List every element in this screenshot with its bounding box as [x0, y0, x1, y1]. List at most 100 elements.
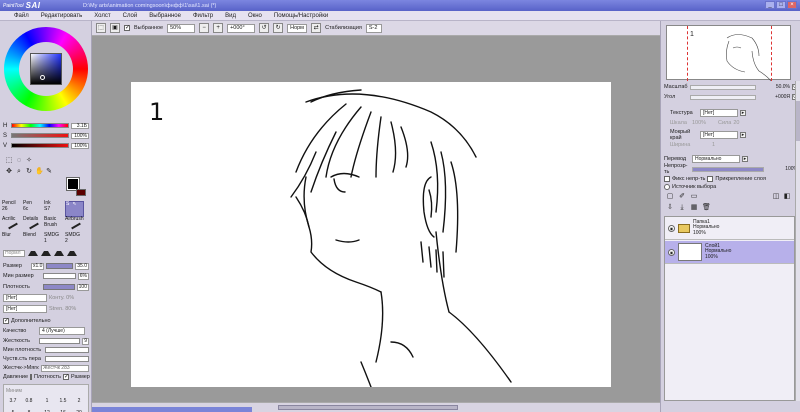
- size-slider[interactable]: [46, 263, 74, 269]
- opacity-slider[interactable]: [692, 166, 764, 172]
- size-multiplier[interactable]: x1.0: [31, 262, 45, 270]
- background-color-swatch[interactable]: [76, 189, 86, 196]
- zoom-icon[interactable]: ⌕: [15, 168, 23, 176]
- layer-row-layer1[interactable]: ◉ Слой1 Нормально 100%: [665, 241, 794, 264]
- texture-settings-button[interactable]: ▸: [740, 110, 746, 116]
- eyedropper-icon[interactable]: ✎: [45, 168, 53, 176]
- visibility-eye-icon[interactable]: ◉: [668, 224, 675, 232]
- new-folder-icon[interactable]: ▭: [690, 193, 698, 201]
- value-value[interactable]: 100%: [71, 142, 89, 149]
- shape-combo[interactable]: [Нет]: [3, 294, 47, 302]
- brush-pen[interactable]: Pen 6c: [23, 200, 42, 217]
- tip-shape-3[interactable]: [54, 251, 64, 256]
- tip-field[interactable]: Нормл: [3, 250, 25, 257]
- layer-row-folder[interactable]: ◉ Папка1 Нормально 100%: [665, 217, 794, 240]
- pen-pressure-slider[interactable]: [45, 356, 89, 362]
- lasso-icon[interactable]: ◌: [15, 157, 23, 165]
- tip-shape-1[interactable]: [28, 251, 38, 256]
- horizontal-scroll-thumb[interactable]: [278, 405, 458, 410]
- visibility-eye-icon[interactable]: ◉: [668, 248, 675, 256]
- wet-edge-settings-button[interactable]: ▸: [740, 132, 746, 138]
- brush-selected-s[interactable]: S ⇖: [65, 201, 84, 217]
- size-value[interactable]: 35.0: [75, 262, 89, 270]
- brush-blur[interactable]: Blur: [2, 232, 21, 249]
- document-tab-strip[interactable]: [92, 407, 252, 412]
- menu-layer[interactable]: Слой: [117, 13, 144, 19]
- right-panel-scroll-thumb[interactable]: [796, 101, 800, 141]
- preset-cell[interactable]: 20: [72, 408, 86, 412]
- menu-view[interactable]: Вид: [219, 13, 242, 19]
- blend-mode-settings-button[interactable]: ▸: [742, 156, 748, 162]
- brush-basic[interactable]: Basic Brush: [44, 216, 63, 233]
- saturation-value[interactable]: 100%: [71, 132, 89, 139]
- tip-shape-2[interactable]: [41, 251, 51, 256]
- hue-slider[interactable]: [11, 123, 69, 128]
- layer-mask-icon[interactable]: ◫: [772, 193, 780, 201]
- transfer-down-icon[interactable]: ⇩: [666, 204, 674, 212]
- preset-cell[interactable]: 0.8: [22, 396, 36, 406]
- menu-selection[interactable]: Выбранное: [143, 13, 187, 19]
- min-density-slider[interactable]: [45, 347, 89, 353]
- new-linework-layer-icon[interactable]: ✐: [678, 193, 686, 201]
- maximize-button[interactable]: □: [776, 1, 786, 9]
- blend-mode-combo[interactable]: Нормально: [692, 155, 740, 163]
- rotate-icon[interactable]: ↻: [25, 168, 33, 176]
- rotate-left-icon[interactable]: ↺: [259, 23, 270, 33]
- navigator-preview[interactable]: 1: [666, 25, 791, 81]
- menu-filter[interactable]: Фильтр: [187, 13, 219, 19]
- rect-select-icon[interactable]: ⬚: [5, 157, 13, 165]
- hardness-value[interactable]: 9: [82, 337, 89, 345]
- saturation-slider[interactable]: [11, 133, 69, 138]
- pressure-size-checkbox[interactable]: ✓: [62, 374, 69, 380]
- texture-combo[interactable]: [Нет]: [700, 109, 738, 117]
- zoom-in-icon[interactable]: +: [213, 23, 224, 33]
- hardness-slider[interactable]: [39, 338, 81, 344]
- brush-smdg1[interactable]: SMDG 1: [44, 232, 63, 249]
- rotate-right-icon[interactable]: ↻: [273, 23, 284, 33]
- new-layer-icon[interactable]: ▢: [666, 193, 674, 201]
- menu-edit[interactable]: Редактировать: [35, 13, 88, 19]
- magic-wand-icon[interactable]: ✧: [25, 157, 33, 165]
- hand-icon[interactable]: ✋: [35, 168, 44, 176]
- color-cursor[interactable]: [40, 75, 45, 80]
- right-panel-scrollbar[interactable]: [795, 81, 800, 401]
- move-icon[interactable]: ✥: [5, 168, 13, 176]
- menu-canvas[interactable]: Холст: [88, 13, 116, 19]
- stabilizer-field[interactable]: S-2: [365, 23, 382, 33]
- merge-down-icon[interactable]: ⤓: [678, 204, 686, 212]
- zoom-slider[interactable]: [690, 84, 756, 90]
- clip-layer-checkbox[interactable]: [707, 176, 714, 182]
- brush-airbrush[interactable]: Airbrush: [65, 216, 84, 233]
- texture-combo[interactable]: [Нет]: [3, 305, 47, 313]
- color-wheel[interactable]: [4, 27, 88, 111]
- pressure-density-checkbox[interactable]: [30, 374, 33, 380]
- minimize-button[interactable]: _: [765, 1, 775, 9]
- smoothing-value[interactable]: Жестчк 283: [41, 364, 89, 372]
- density-slider[interactable]: [43, 284, 75, 290]
- preset-cell[interactable]: 5: [6, 408, 20, 412]
- zoom-out-icon[interactable]: −: [199, 23, 210, 33]
- advanced-checkbox[interactable]: ✓: [3, 318, 9, 324]
- density-value[interactable]: 100: [76, 283, 89, 291]
- brush-ink[interactable]: Ink S7: [44, 200, 63, 217]
- selected-checkbox[interactable]: ✓: [124, 25, 130, 31]
- preset-cell[interactable]: 8: [22, 408, 36, 412]
- invert-selection-icon[interactable]: ▣: [110, 23, 120, 33]
- zoom-field[interactable]: 50%: [167, 23, 196, 33]
- brush-details[interactable]: Details: [23, 216, 42, 233]
- preset-cell[interactable]: 1: [40, 396, 54, 406]
- value-slider[interactable]: [11, 143, 69, 148]
- hue-value[interactable]: 3.1Б: [71, 122, 89, 129]
- quality-combo[interactable]: 4 (Лучше): [39, 327, 85, 335]
- angle-slider[interactable]: [690, 94, 756, 100]
- menu-window[interactable]: Окно: [242, 13, 268, 19]
- brush-blend[interactable]: Blend: [23, 232, 42, 249]
- brush-smdg2[interactable]: SMDG 2: [65, 232, 84, 249]
- brush-pencil[interactable]: Pencil 26: [2, 200, 21, 217]
- fix-opacity-checkbox[interactable]: [664, 176, 670, 182]
- min-size-value[interactable]: 6%: [77, 272, 89, 280]
- preset-cell[interactable]: 16: [56, 408, 70, 412]
- preset-cell[interactable]: 2: [72, 396, 86, 406]
- preset-cell[interactable]: 1.5: [56, 396, 70, 406]
- close-button[interactable]: ×: [787, 1, 797, 9]
